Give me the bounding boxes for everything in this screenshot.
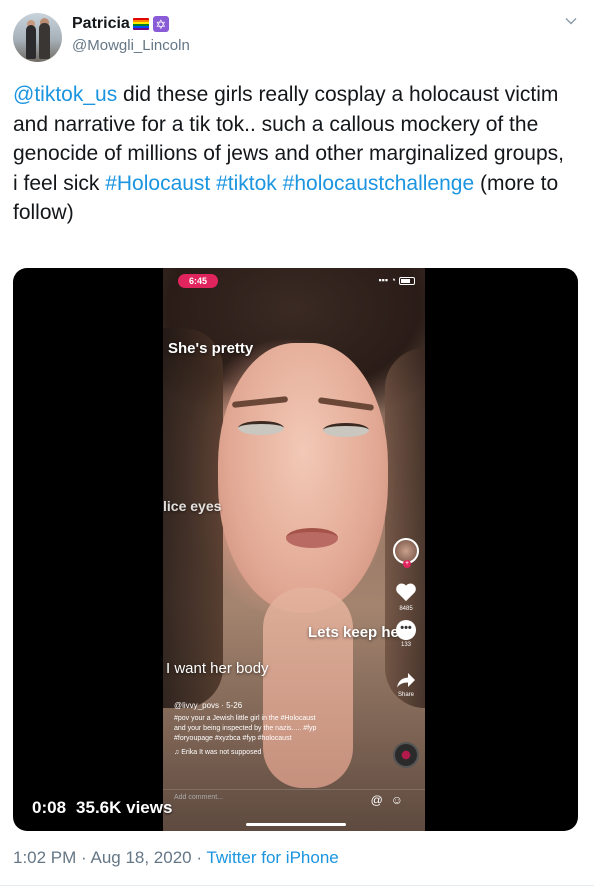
rainbow-flag-icon — [132, 18, 149, 30]
tiktok-description-line: #pov your a Jewish little girl in the #H… — [174, 715, 316, 722]
add-comment-placeholder: Add comment... — [174, 794, 224, 801]
video-frame-detail — [231, 396, 289, 408]
tiktok-description: @livvy_povs · 5-26 #pov your a Jewish li… — [174, 701, 374, 758]
tiktok-caption: lice eyes — [163, 498, 222, 514]
hashtag-link[interactable]: #Holocaust — [105, 172, 210, 195]
tiktok-description-line: and your being inspected by the nazis...… — [174, 725, 317, 732]
mention-and-emoji-icons: @☺ — [370, 793, 411, 807]
music-disc-icon — [393, 742, 419, 768]
tweet-card: Patricia ✡ @Mowgli_Lincoln @tiktok_us di… — [0, 0, 594, 890]
comment-bubble-icon: ••• — [396, 620, 416, 640]
phone-status-icons: ▪▪▪ ◔ — [378, 275, 415, 285]
video-frame-face — [218, 343, 388, 613]
tweet-time[interactable]: 1:02 PM — [13, 848, 76, 867]
author-handle[interactable]: @Mowgli_Lincoln — [72, 37, 190, 54]
hashtag-link[interactable]: #tiktok — [216, 172, 277, 195]
tiktok-profile-avatar: + — [393, 538, 419, 568]
share-label: Share — [397, 692, 414, 698]
video-frame-detail — [286, 528, 338, 548]
battery-icon — [399, 276, 415, 285]
tweet-date[interactable]: Aug 18, 2020 — [90, 848, 191, 867]
tiktok-add-comment-bar: Add comment... @☺ — [163, 789, 425, 813]
likes-count: 8485 — [399, 606, 413, 612]
tiktok-music-row: ♫ Erika It was not supposed — [174, 748, 374, 758]
comments-count: 133 — [400, 642, 411, 648]
video-frame-detail — [163, 328, 223, 708]
tiktok-caption: She's pretty — [168, 340, 254, 357]
tweet-text: @tiktok_us did these girls really cospla… — [13, 80, 573, 228]
tweet-source-link[interactable]: Twitter for iPhone — [206, 848, 338, 867]
hashtag-link[interactable]: #holocaustchallenge — [283, 172, 474, 195]
phone-status-time: 6:45 — [178, 274, 218, 288]
tiktok-caption: I want her body — [166, 660, 269, 677]
tiktok-music-line: Erika It was not supposed — [181, 749, 262, 756]
video-frame-hand — [263, 588, 353, 788]
avatar-figure — [26, 25, 36, 59]
tiktok-username: @livvy_povs · 5-26 — [174, 701, 243, 710]
video-frame-detail — [323, 423, 369, 437]
tiktok-side-rail: + 8485 ••• 133 Share — [391, 538, 421, 698]
author-avatar[interactable] — [13, 13, 62, 62]
chevron-down-icon[interactable] — [564, 14, 578, 28]
video-frame-detail — [238, 421, 284, 435]
tiktok-description-line: #foryoupage #xyzbca #fyp #holocaust — [174, 735, 292, 742]
video-time: 0:08 — [32, 798, 67, 817]
tiktok-screen-recording: 6:45 ▪▪▪ ◔ She's pretty lice eyes Lets k… — [163, 268, 425, 831]
author-name-row[interactable]: Patricia ✡ — [72, 14, 169, 34]
video-frame-detail — [317, 397, 375, 411]
video-progress-bar[interactable] — [246, 823, 346, 826]
avatar-figure — [39, 23, 50, 59]
video-views: 35.6K views — [76, 798, 173, 817]
video-player[interactable]: 6:45 ▪▪▪ ◔ She's pretty lice eyes Lets k… — [13, 268, 578, 831]
star-of-david-icon: ✡ — [152, 16, 169, 32]
tweet-meta: 1:02 PM · Aug 18, 2020 · Twitter for iPh… — [13, 848, 339, 867]
plus-icon: + — [403, 560, 411, 568]
video-stats: 0:08 35.6K views — [32, 798, 172, 818]
share-arrow-icon — [397, 673, 415, 688]
divider — [0, 885, 594, 886]
heart-icon — [396, 583, 416, 602]
mention-link[interactable]: @tiktok_us — [13, 83, 117, 106]
author-display-name[interactable]: Patricia — [72, 15, 130, 33]
